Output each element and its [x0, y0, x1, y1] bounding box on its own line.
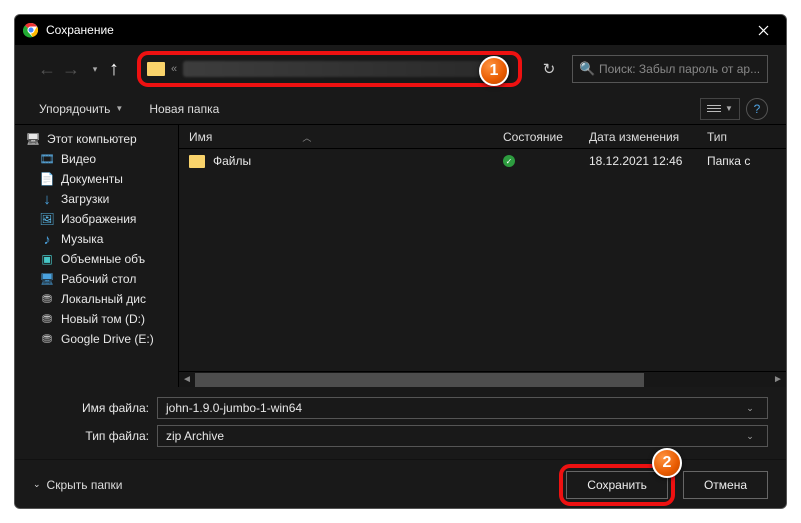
- sort-indicator-icon: ︿: [302, 133, 311, 143]
- filename-label: Имя файла:: [33, 401, 157, 415]
- view-mode-button[interactable]: ▼: [700, 98, 740, 120]
- forward-button[interactable]: →: [59, 59, 83, 80]
- address-sep: «: [171, 63, 177, 75]
- scroll-right-icon[interactable]: ►: [770, 374, 786, 385]
- sync-ok-icon: ✓: [503, 155, 515, 167]
- download-icon: ↓: [39, 192, 55, 206]
- annotation-marker-2: 2: [652, 448, 682, 478]
- col-date[interactable]: Дата изменения: [589, 130, 707, 144]
- file-name: Файлы: [213, 154, 503, 168]
- folder-icon: [147, 62, 165, 76]
- recent-dropdown[interactable]: ▾: [83, 64, 107, 75]
- window-title: Сохранение: [46, 23, 740, 37]
- column-headers[interactable]: Имя︿ Состояние Дата изменения Тип: [179, 125, 786, 149]
- folder-icon: [189, 155, 205, 168]
- pictures-icon: 🖼: [39, 212, 55, 226]
- refresh-button[interactable]: ↻: [532, 54, 566, 84]
- tree-root[interactable]: 🖥 Этот компьютер: [15, 129, 178, 149]
- chevron-down-icon[interactable]: ⌄: [741, 403, 759, 414]
- tree-item[interactable]: ↓Загрузки: [15, 189, 178, 209]
- music-icon: ♪: [39, 232, 55, 246]
- col-name[interactable]: Имя︿: [189, 130, 503, 144]
- tree-item[interactable]: 🖼Изображения: [15, 209, 178, 229]
- organize-button[interactable]: Упорядочить▼: [33, 98, 129, 120]
- nav-tree[interactable]: 🖥 Этот компьютер 🎞Видео 📄Документы ↓Загр…: [15, 125, 179, 387]
- save-button[interactable]: Сохранить: [566, 471, 668, 499]
- file-status: ✓: [503, 155, 589, 167]
- hide-folders-button[interactable]: ⌄ Скрыть папки: [33, 478, 122, 492]
- chevron-down-icon: ▼: [115, 104, 123, 113]
- document-icon: 📄: [39, 172, 55, 186]
- desktop-icon: 🖥: [39, 272, 55, 286]
- tree-item[interactable]: 🎞Видео: [15, 149, 178, 169]
- search-placeholder: Поиск: Забыл пароль от ар...: [599, 62, 761, 76]
- new-folder-button[interactable]: Новая папка: [143, 98, 225, 120]
- search-input[interactable]: 🔍 Поиск: Забыл пароль от ар...: [572, 55, 768, 83]
- nav-row: ← → ▾ ↑ « ▾ ↻ 🔍 Поиск: Забыл пароль от а…: [15, 45, 786, 93]
- drive-icon: ⛃: [39, 292, 55, 306]
- scroll-thumb[interactable]: [195, 373, 644, 387]
- tree-item[interactable]: 🖥Рабочий стол: [15, 269, 178, 289]
- address-path-blurred: [183, 61, 499, 77]
- list-icon: [707, 105, 721, 112]
- help-button[interactable]: ?: [746, 98, 768, 120]
- file-date: 18.12.2021 12:46: [589, 154, 707, 168]
- tree-item[interactable]: ⛃Новый том (D:): [15, 309, 178, 329]
- pc-icon: 🖥: [25, 132, 41, 146]
- filetype-label: Тип файла:: [33, 429, 157, 443]
- chevron-down-icon: ▼: [725, 104, 733, 113]
- tree-item[interactable]: 📄Документы: [15, 169, 178, 189]
- chevron-down-icon[interactable]: ⌄: [741, 431, 759, 442]
- search-icon: 🔍: [579, 61, 593, 77]
- horizontal-scrollbar[interactable]: ◄ ►: [179, 371, 786, 387]
- file-row[interactable]: Файлы ✓ 18.12.2021 12:46 Папка с: [179, 149, 786, 173]
- title-bar: Сохранение: [15, 15, 786, 45]
- up-button[interactable]: ↑: [109, 58, 131, 80]
- col-status[interactable]: Состояние: [503, 130, 589, 144]
- cancel-button[interactable]: Отмена: [683, 471, 768, 499]
- filetype-select[interactable]: zip Archive ⌄: [157, 425, 768, 447]
- tree-item[interactable]: ⛃Google Drive (E:): [15, 329, 178, 349]
- address-bar[interactable]: « ▾: [137, 51, 522, 87]
- chrome-icon: [23, 22, 39, 38]
- chevron-down-icon: ⌄: [33, 479, 41, 490]
- file-type: Папка с: [707, 154, 750, 168]
- tree-item[interactable]: ♪Музыка: [15, 229, 178, 249]
- filename-input[interactable]: john-1.9.0-jumbo-1-win64 ⌄: [157, 397, 768, 419]
- tree-item[interactable]: ▣Объемные объ: [15, 249, 178, 269]
- video-icon: 🎞: [39, 152, 55, 166]
- 3d-icon: ▣: [39, 252, 55, 266]
- tree-item[interactable]: ⛃Локальный дис: [15, 289, 178, 309]
- col-type[interactable]: Тип: [707, 130, 786, 144]
- back-button[interactable]: ←: [35, 59, 59, 80]
- drive-icon: ⛃: [39, 332, 55, 346]
- close-icon: [758, 25, 769, 36]
- scroll-left-icon[interactable]: ◄: [179, 374, 195, 385]
- close-button[interactable]: [740, 15, 786, 45]
- toolbar: Упорядочить▼ Новая папка ▼ ?: [15, 93, 786, 125]
- annotation-marker-1: 1: [479, 56, 509, 86]
- drive-icon: ⛃: [39, 312, 55, 326]
